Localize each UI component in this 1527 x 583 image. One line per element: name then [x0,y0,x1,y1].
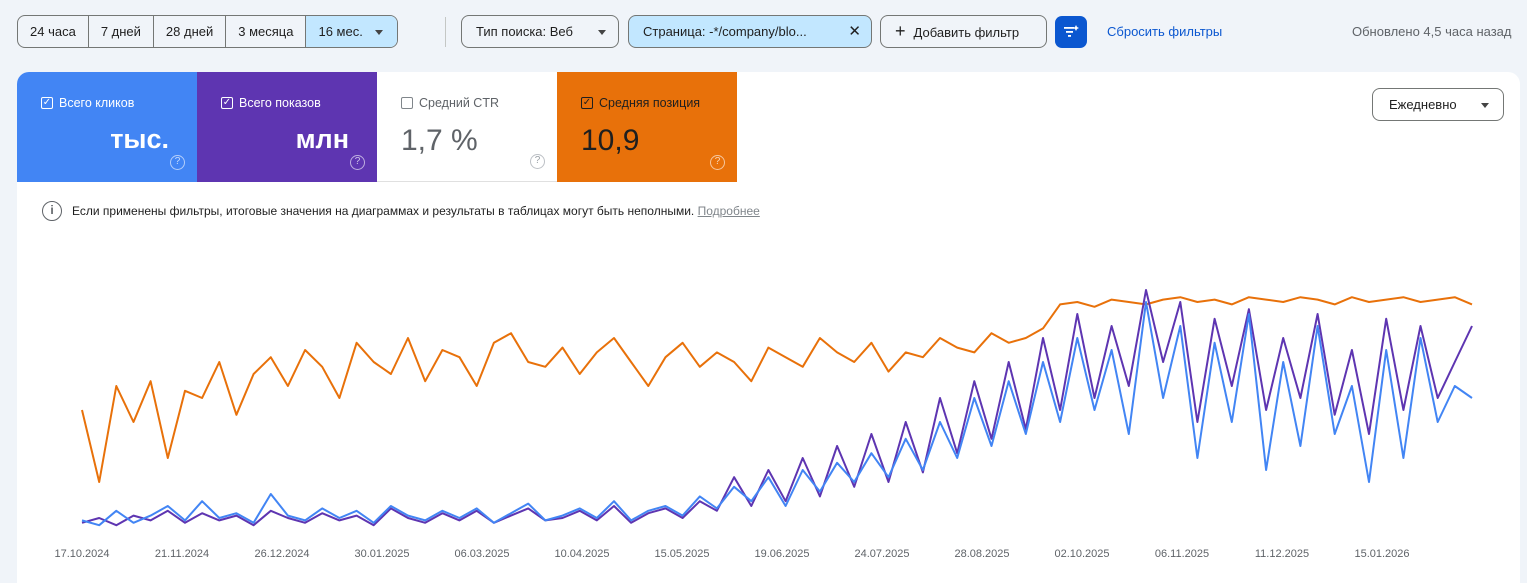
x-tick-label: 15.05.2025 [654,548,709,560]
x-tick-label: 21.11.2024 [155,548,209,560]
x-tick-label: 30.01.2025 [354,548,409,560]
x-tick-label: 28.08.2025 [954,548,1009,560]
x-tick-label: 24.07.2025 [854,548,909,560]
x-tick-label: 19.06.2025 [754,548,809,560]
x-tick-label: 06.03.2025 [454,548,509,560]
performance-chart: 17.10.2024 21.11.2024 26.12.2024 30.01.2025… [54,289,1473,560]
x-tick-label: 15.01.2026 [1354,548,1409,560]
x-tick-label: 02.10.2025 [1054,548,1109,560]
x-tick-label: 06.11.2025 [1155,548,1209,560]
series-line-2 [81,301,1473,527]
x-tick-label: 26.12.2024 [254,548,309,560]
x-tick-label: 17.10.2024 [54,548,109,560]
x-tick-label: 10.04.2025 [554,548,609,560]
x-tick-label: 11.12.2025 [1255,548,1309,560]
